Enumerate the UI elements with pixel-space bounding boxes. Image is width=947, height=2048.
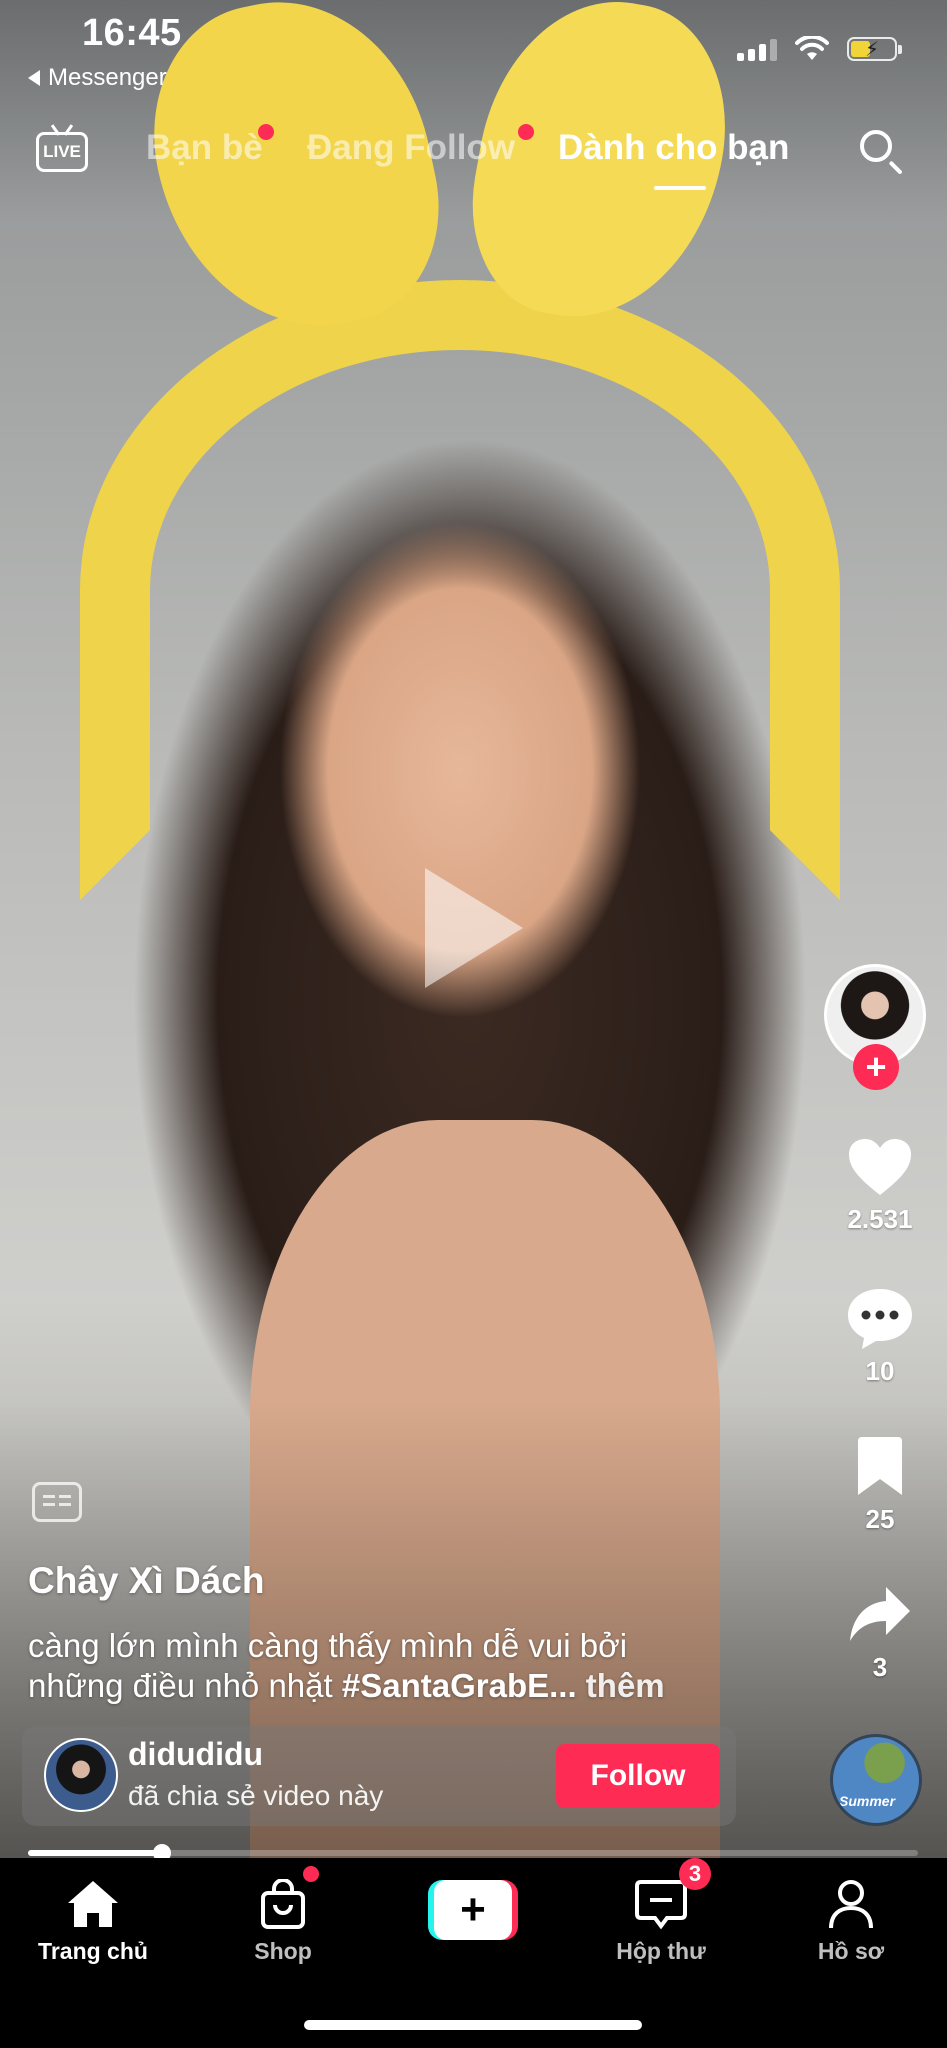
tab-home[interactable]: Trang chủ: [18, 1876, 168, 1965]
bookmark-icon: [858, 1437, 902, 1495]
captions-icon[interactable]: [32, 1482, 82, 1522]
sharer-subtitle: đã chia sẻ video này: [128, 1780, 384, 1811]
share-count: 3: [872, 1652, 888, 1682]
video-headband: [80, 280, 840, 900]
back-to-app-link[interactable]: Messenger: [28, 64, 167, 92]
shopping-bag-icon: [261, 1879, 305, 1929]
shared-by-card[interactable]: didudidu đã chia sẻ video này Follow: [22, 1726, 736, 1826]
tab-following-dot: [518, 124, 534, 140]
tab-friends-dot: [258, 124, 274, 140]
share-button[interactable]: 3: [830, 1582, 930, 1683]
follow-button[interactable]: Follow: [556, 1744, 720, 1808]
tab-active-underline: [654, 186, 706, 190]
post-hashtag[interactable]: #SantaGrabE...: [342, 1667, 577, 1704]
tab-friends[interactable]: Bạn bè: [146, 128, 263, 168]
bookmark-button[interactable]: 25: [830, 1434, 930, 1535]
inbox-badge: 3: [679, 1858, 711, 1890]
shop-notification-dot: [303, 1866, 319, 1882]
status-icons: ⚡: [737, 36, 902, 62]
tab-profile[interactable]: Hồ sơ: [776, 1876, 926, 1965]
video-progress-fill: [28, 1850, 162, 1856]
tab-inbox-label: Hộp thư: [616, 1938, 706, 1964]
tab-inbox[interactable]: 3 Hộp thư: [586, 1858, 736, 1965]
search-icon: [860, 130, 892, 162]
sharer-avatar[interactable]: [44, 1738, 118, 1812]
live-button[interactable]: LIVE: [36, 124, 92, 172]
like-button[interactable]: 2.531: [830, 1134, 930, 1235]
home-icon: [68, 1881, 118, 1927]
sharer-username[interactable]: didudidu: [128, 1736, 263, 1773]
search-button[interactable]: [858, 128, 906, 176]
wifi-icon: [795, 36, 829, 60]
share-arrow-icon: [850, 1587, 910, 1641]
create-button[interactable]: +: [428, 1880, 518, 1940]
battery-charging-icon: ⚡: [847, 37, 902, 61]
status-time: 16:45: [82, 12, 182, 54]
video-progress-bar[interactable]: [28, 1844, 918, 1862]
comment-button[interactable]: 10: [830, 1286, 930, 1387]
tab-shop[interactable]: Shop: [208, 1866, 358, 1965]
heart-icon: [849, 1139, 911, 1195]
live-label: LIVE: [36, 132, 88, 172]
comment-icon: [848, 1289, 912, 1349]
post-author[interactable]: Chây Xì Dách: [28, 1560, 264, 1602]
follow-plus-button[interactable]: +: [853, 1044, 899, 1090]
music-disc-text: Summer: [839, 1793, 896, 1809]
music-disc[interactable]: Summer: [830, 1734, 922, 1826]
tab-shop-label: Shop: [254, 1938, 312, 1964]
home-indicator[interactable]: [304, 2020, 642, 2030]
create-plus-icon: +: [434, 1880, 512, 1940]
tab-home-label: Trang chủ: [38, 1938, 148, 1964]
bottom-tab-bar: Trang chủ Shop + 3 Hộp thư Hồ sơ: [0, 1858, 947, 2048]
comment-count: 10: [865, 1356, 895, 1386]
inbox-icon: [635, 1880, 687, 1930]
see-more-link[interactable]: thêm: [586, 1667, 665, 1704]
back-arrow-icon: [28, 70, 40, 86]
tab-following[interactable]: Đang Follow: [307, 128, 515, 168]
play-icon[interactable]: [425, 868, 523, 988]
post-description[interactable]: càng lớn mình càng thấy mình dễ vui bởi …: [28, 1626, 728, 1706]
save-count: 25: [865, 1504, 895, 1534]
profile-icon: [829, 1880, 873, 1929]
back-app-label: Messenger: [48, 64, 167, 91]
like-count: 2.531: [847, 1204, 913, 1234]
cellular-signal-icon: [737, 37, 777, 61]
tab-profile-label: Hồ sơ: [817, 1938, 885, 1964]
tab-for-you[interactable]: Dành cho bạn: [558, 128, 789, 168]
